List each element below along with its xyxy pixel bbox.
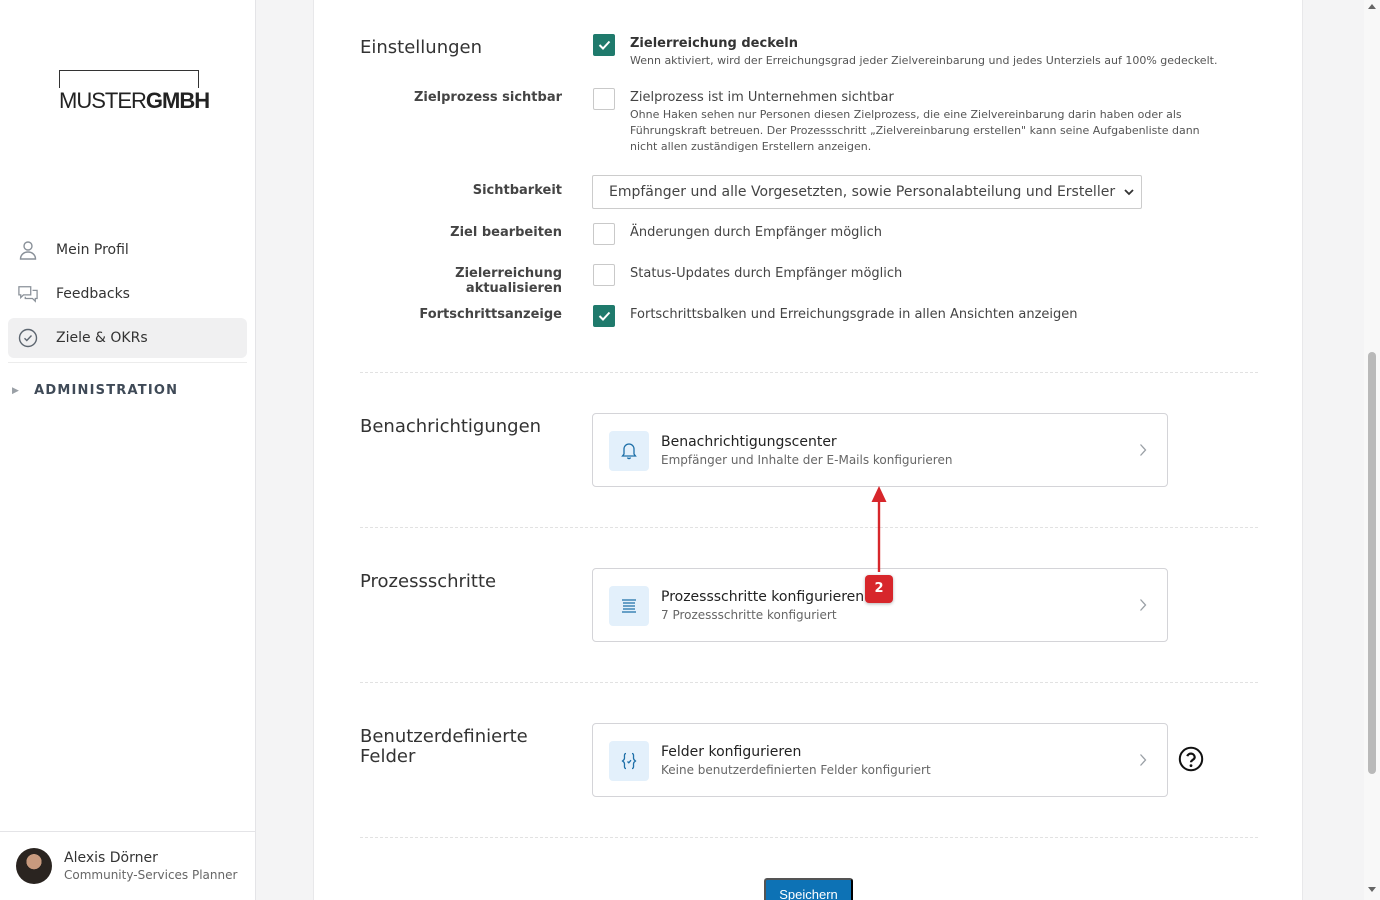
nav-item-feedbacks[interactable]: Feedbacks bbox=[8, 274, 247, 314]
visibility-label: Sichtbarkeit bbox=[472, 183, 562, 198]
nav-divider bbox=[8, 362, 247, 363]
progress-display-option-label: Fortschrittsbalken und Erreichungsgrade … bbox=[630, 307, 1078, 322]
section-divider bbox=[360, 837, 1258, 838]
visible-process-label: Zielprozess sichtbar bbox=[413, 90, 562, 105]
tile-subtitle: Empfänger und Inhalte der E-Mails konfig… bbox=[661, 453, 953, 467]
check-circle-icon bbox=[18, 328, 38, 348]
nav-item-label: Mein Profil bbox=[56, 242, 129, 258]
title-line-2: Felder bbox=[360, 746, 416, 767]
nav-item-label: Feedbacks bbox=[56, 286, 130, 302]
annotation-arrow-icon bbox=[871, 486, 887, 572]
logo-text-light: MUSTER bbox=[59, 88, 147, 113]
main-nav: Mein Profil Feedbacks Ziele & OKRs bbox=[8, 230, 247, 363]
section-title-einstellungen: Einstellungen bbox=[360, 37, 483, 58]
section-divider bbox=[360, 682, 1258, 683]
chevron-down-icon bbox=[1124, 189, 1134, 196]
chevron-right-icon bbox=[1140, 599, 1147, 611]
section-title-benachrichtigungen: Benachrichtigungen bbox=[360, 416, 542, 437]
chevron-right-icon bbox=[1140, 754, 1147, 766]
admin-toggle[interactable]: ▶ ADMINISTRATION bbox=[12, 383, 178, 398]
section-divider bbox=[360, 372, 1258, 373]
update-progress-option-label: Status-Updates durch Empfänger möglich bbox=[630, 266, 903, 281]
edit-goal-option-label: Änderungen durch Empfänger möglich bbox=[630, 225, 883, 240]
section-title-prozessschritte: Prozessschritte bbox=[360, 571, 497, 592]
admin-label: ADMINISTRATION bbox=[34, 383, 179, 398]
tile-title: Felder konfigurieren bbox=[661, 744, 802, 760]
progress-display-checkbox[interactable] bbox=[593, 305, 615, 327]
custom-fields-tile[interactable]: Felder konfigurieren Keine benutzerdefin… bbox=[592, 723, 1168, 797]
edit-goal-label: Ziel bearbeiten bbox=[450, 225, 562, 240]
tile-title: Prozessschritte konfigurieren bbox=[661, 589, 865, 605]
sidebar: MUSTERGMBH Mein Profil Feedbacks Ziele &… bbox=[0, 0, 256, 900]
scrollbar-thumb[interactable] bbox=[1368, 352, 1376, 774]
user-icon bbox=[18, 240, 38, 260]
visibility-select-value: Empfänger und alle Vorgesetzten, sowie P… bbox=[609, 184, 1116, 200]
notification-center-tile[interactable]: Benachrichtigungscenter Empfänger und In… bbox=[592, 413, 1168, 487]
scrollbar[interactable] bbox=[1364, 0, 1380, 900]
edit-goal-checkbox[interactable] bbox=[593, 223, 615, 245]
scroll-down-icon[interactable] bbox=[1368, 887, 1376, 892]
visible-process-option-label: Zielprozess ist im Unternehmen sichtbar bbox=[630, 90, 894, 105]
nav-item-label: Ziele & OKRs bbox=[56, 330, 148, 346]
check-icon bbox=[598, 311, 611, 321]
logo-text-bold: GMBH bbox=[145, 88, 210, 113]
user-name: Alexis Dörner bbox=[64, 850, 158, 866]
nav-item-ziele-okrs[interactable]: Ziele & OKRs bbox=[8, 318, 247, 358]
save-button[interactable]: Speichern bbox=[764, 878, 853, 900]
settings-card: Einstellungen Zielerreichung deckeln Wen… bbox=[313, 0, 1303, 900]
tile-subtitle: 7 Prozessschritte konfiguriert bbox=[661, 608, 837, 622]
avatar bbox=[16, 848, 52, 884]
company-logo[interactable]: MUSTERGMBH bbox=[59, 70, 214, 114]
user-role: Community-Services Planner bbox=[64, 868, 238, 882]
chat-icon bbox=[18, 284, 38, 304]
caret-right-icon: ▶ bbox=[12, 385, 21, 396]
annotation-badge: 2 bbox=[865, 575, 893, 603]
chevron-right-icon bbox=[1140, 444, 1147, 456]
visibility-select[interactable]: Empfänger und alle Vorgesetzten, sowie P… bbox=[592, 175, 1142, 209]
visible-process-checkbox[interactable] bbox=[593, 88, 615, 110]
section-divider bbox=[360, 527, 1258, 528]
tile-subtitle: Keine benutzerdefinierten Felder konfigu… bbox=[661, 763, 931, 777]
bell-icon bbox=[609, 431, 649, 471]
cap-description: Wenn aktiviert, wird der Erreichungsgrad… bbox=[630, 54, 1218, 67]
cap-option-label: Zielerreichung deckeln bbox=[630, 36, 799, 51]
title-line-1: Benutzerdefinierte bbox=[360, 726, 528, 747]
visible-process-description: Ohne Haken sehen nur Personen diesen Zie… bbox=[630, 108, 1200, 153]
update-progress-label: Zielerreichung aktualisieren bbox=[455, 266, 562, 296]
braces-icon bbox=[609, 741, 649, 781]
update-progress-checkbox[interactable] bbox=[593, 264, 615, 286]
nav-item-mein-profil[interactable]: Mein Profil bbox=[8, 230, 247, 270]
help-icon[interactable] bbox=[1178, 746, 1204, 772]
check-icon bbox=[598, 40, 611, 50]
progress-display-label: Fortschrittsanzeige bbox=[419, 307, 562, 322]
user-profile[interactable]: Alexis Dörner Community-Services Planner bbox=[0, 831, 255, 900]
scroll-up-icon[interactable] bbox=[1368, 4, 1376, 9]
section-title-benutzerdefinierte-felder: Benutzerdefinierte Felder bbox=[360, 727, 528, 767]
list-icon bbox=[609, 586, 649, 626]
tile-title: Benachrichtigungscenter bbox=[661, 434, 837, 450]
cap-checkbox[interactable] bbox=[593, 34, 615, 56]
